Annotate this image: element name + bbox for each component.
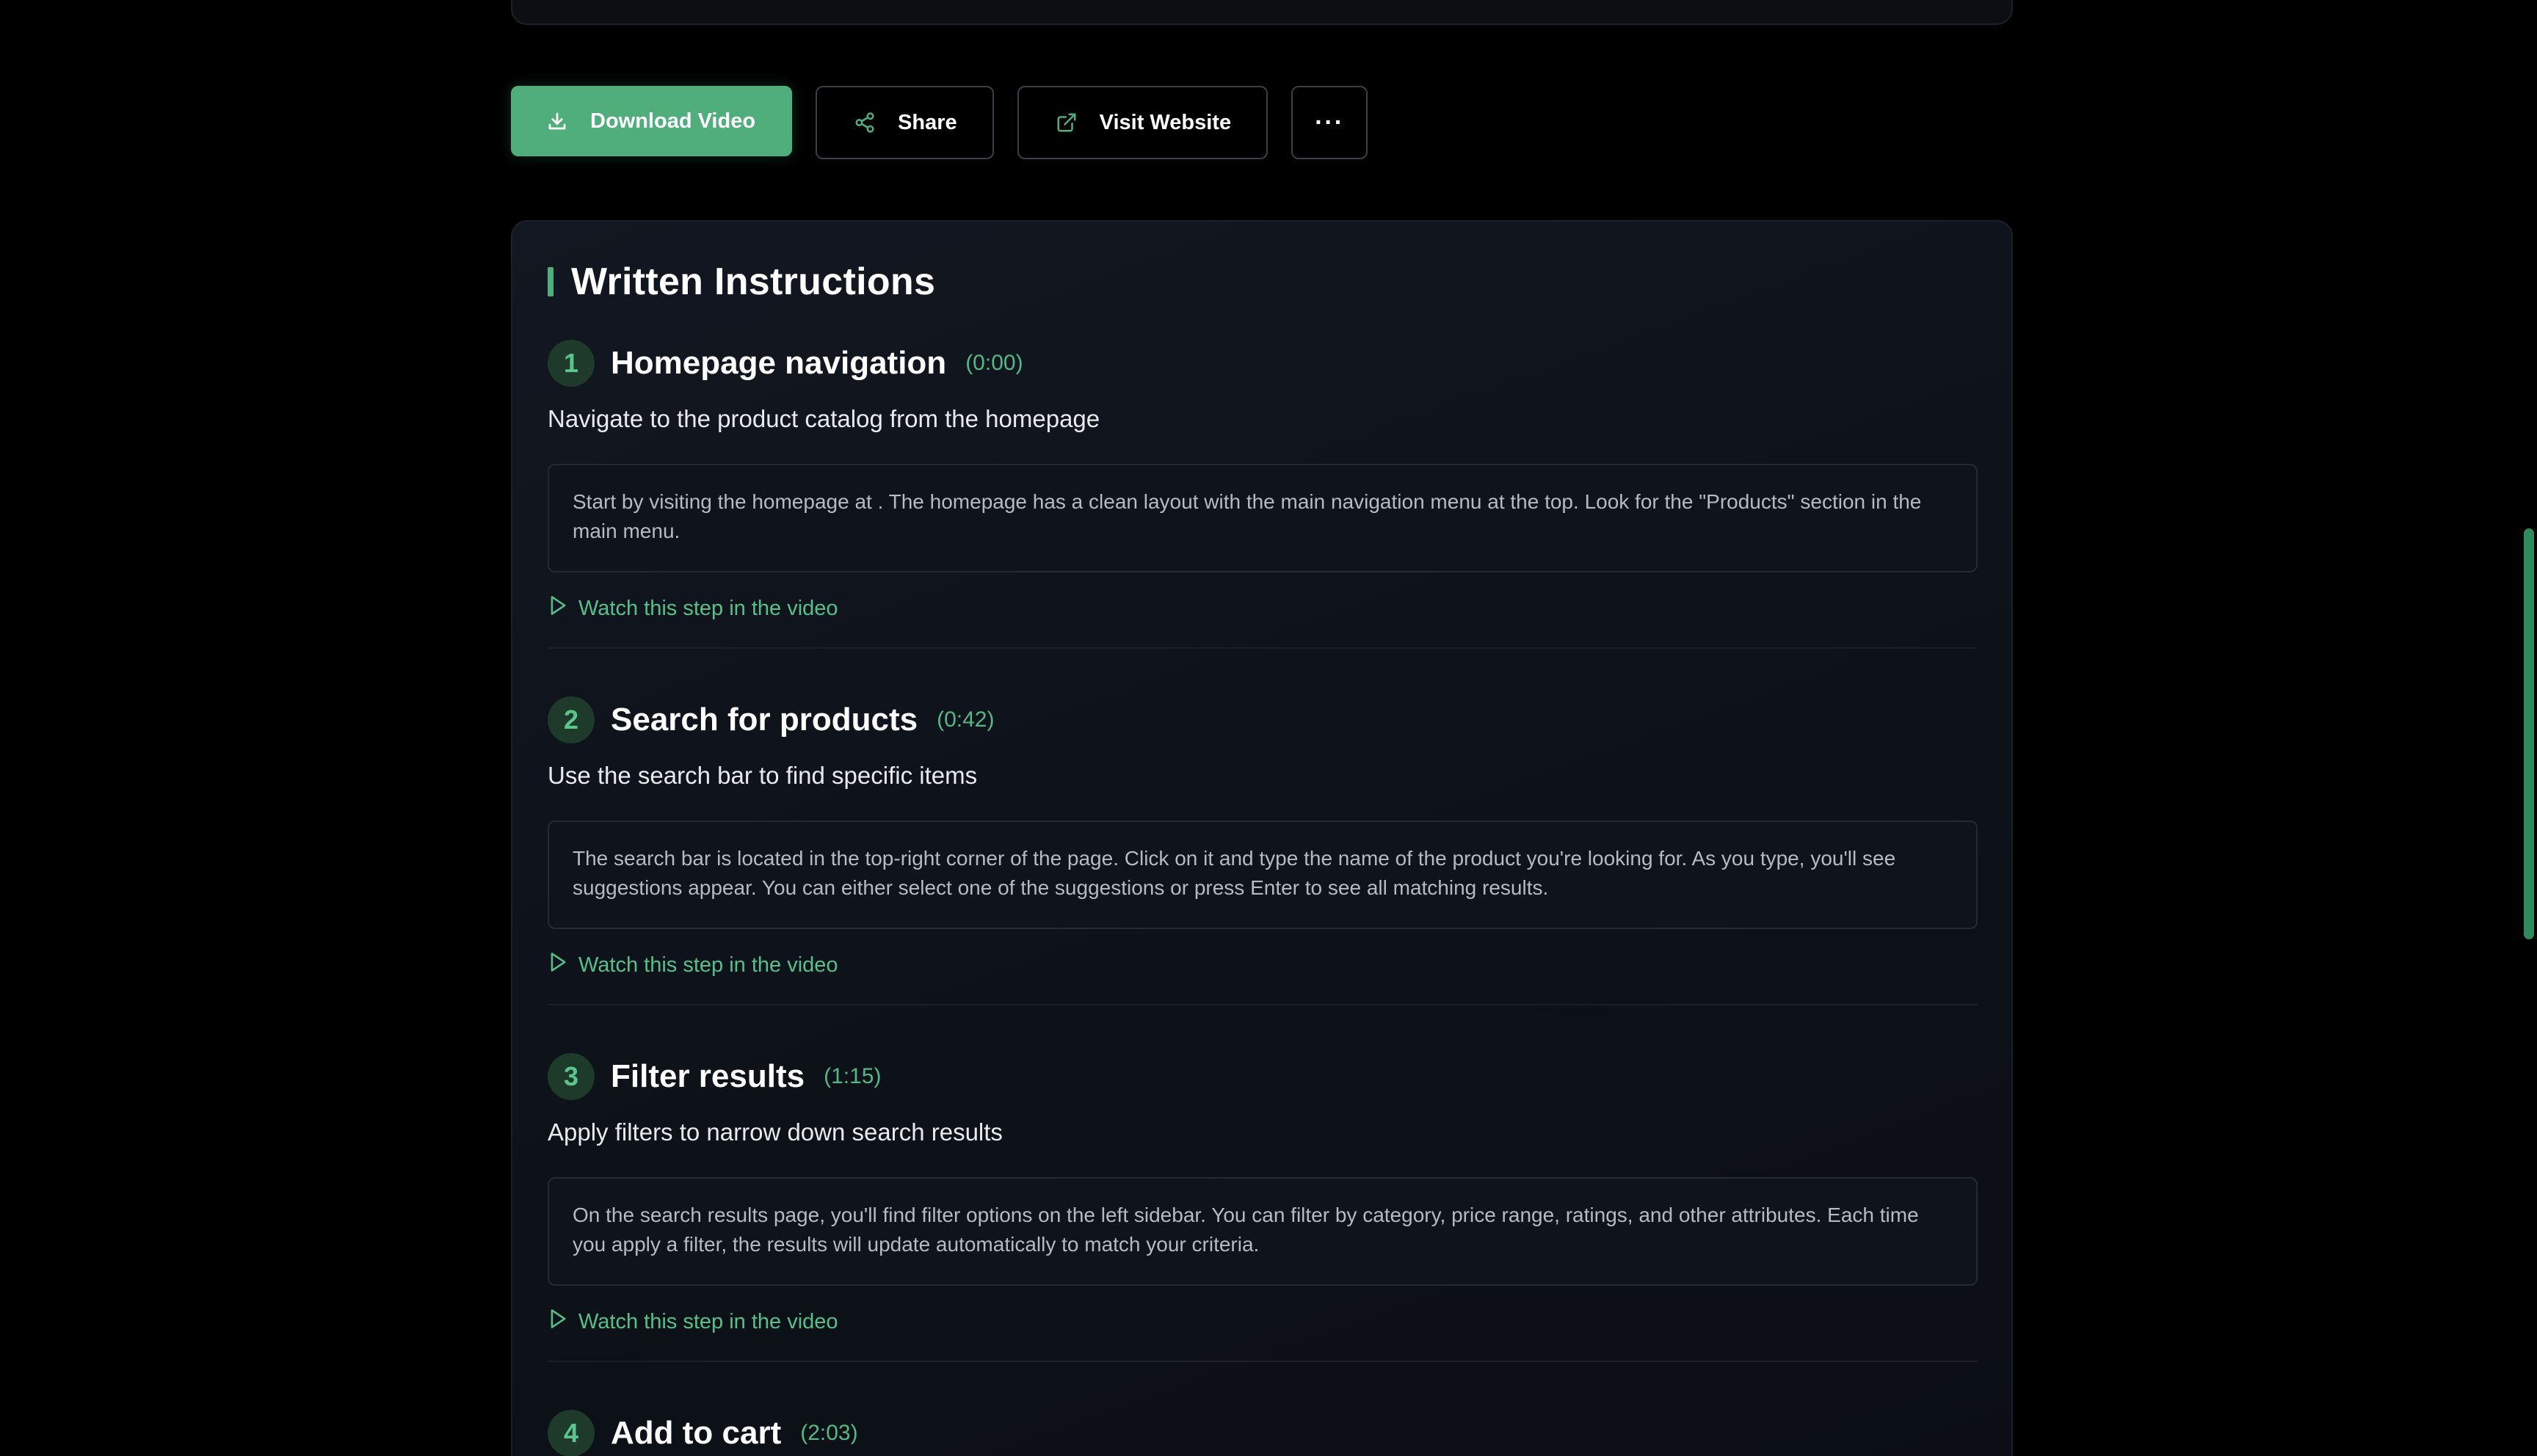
share-button[interactable]: Share [816, 86, 994, 159]
visit-website-button[interactable]: Visit Website [1017, 86, 1268, 159]
download-icon [546, 110, 568, 132]
watch-step-link[interactable]: Watch this step in the video [548, 594, 838, 623]
step-detail: On the search results page, you'll find … [548, 1177, 1978, 1286]
step-timestamp[interactable]: (0:42) [937, 707, 994, 732]
video-card [511, 0, 2013, 25]
page-scrollbar[interactable] [2516, 0, 2537, 1456]
section-title: Written Instructions [571, 261, 936, 303]
watch-step-link[interactable]: Watch this step in the video [548, 1307, 838, 1336]
step-detail: Start by visiting the homepage at . The … [548, 464, 1978, 572]
step-header: 3 Filter results (1:15) [548, 1052, 881, 1101]
share-label: Share [898, 110, 957, 134]
step-timestamp[interactable]: (0:00) [965, 351, 1023, 376]
step-subtitle: Use the search bar to find specific item… [548, 762, 978, 789]
step-subtitle: Apply filters to narrow down search resu… [548, 1118, 1003, 1146]
step-timestamp[interactable]: (2:03) [800, 1421, 857, 1446]
watch-step-label: Watch this step in the video [578, 1309, 838, 1333]
play-icon [548, 1308, 568, 1336]
step-number-badge: 3 [548, 1053, 595, 1100]
watch-step-label: Watch this step in the video [578, 953, 838, 977]
download-video-button[interactable]: Download Video [511, 86, 793, 156]
step-title: Filter results [611, 1058, 805, 1094]
step-header: 1 Homepage navigation (0:00) [548, 339, 1023, 387]
section-heading: Written Instructions [548, 258, 935, 305]
step-header: 2 Search for products (0:42) [548, 696, 994, 744]
external-link-icon [1056, 112, 1078, 134]
step-divider [548, 1361, 1978, 1362]
step-title: Homepage navigation [611, 345, 947, 381]
step-subtitle: Navigate to the product catalog from the… [548, 405, 1100, 432]
step-detail: The search bar is located in the top-rig… [548, 820, 1978, 929]
step-number-badge: 4 [548, 1410, 595, 1456]
step-title: Add to cart [611, 1415, 782, 1451]
step-header: 4 Add to cart (2:03) [548, 1409, 858, 1456]
download-video-label: Download Video [590, 109, 756, 133]
visit-website-label: Visit Website [1099, 110, 1232, 134]
action-bar: Download Video Share Visit Website ··· [511, 86, 1368, 161]
step-number-badge: 2 [548, 696, 595, 743]
more-icon: ··· [1315, 108, 1345, 136]
step-number-badge: 1 [548, 340, 595, 387]
step-divider [548, 1004, 1978, 1005]
watch-step-label: Watch this step in the video [578, 596, 838, 620]
step-title: Search for products [611, 702, 918, 738]
heading-accent-bar [548, 267, 554, 296]
step-timestamp[interactable]: (1:15) [824, 1064, 881, 1089]
watch-step-link[interactable]: Watch this step in the video [548, 950, 838, 980]
scrollbar-thumb[interactable] [2524, 528, 2534, 939]
written-instructions-card: Written Instructions 1 Homepage navigati… [511, 220, 2013, 1456]
play-icon [548, 951, 568, 979]
more-options-button[interactable]: ··· [1291, 86, 1368, 159]
share-icon [854, 112, 876, 134]
step-divider [548, 647, 1978, 649]
page: Download Video Share Visit Website ··· W… [0, 0, 2537, 1456]
play-icon [548, 594, 568, 622]
